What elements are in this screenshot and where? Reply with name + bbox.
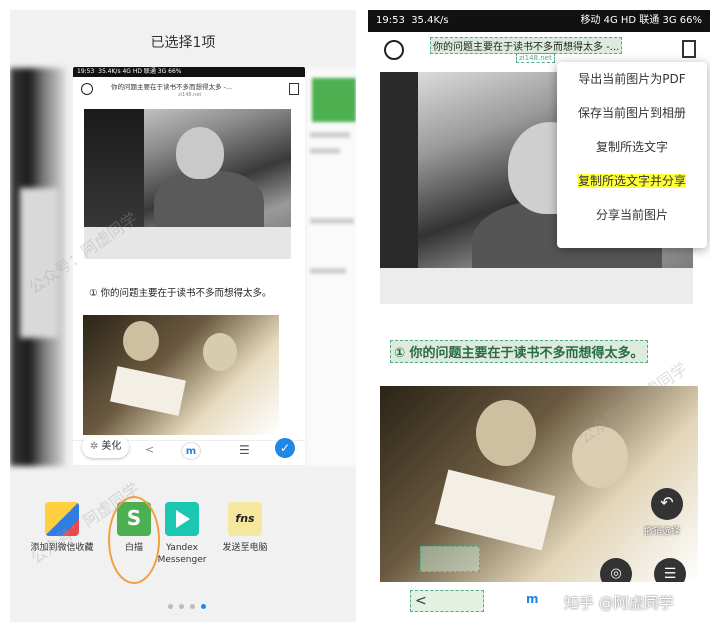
page-subtitle: zi148.net [516, 53, 555, 63]
reading-photo [380, 386, 698, 582]
menu-item-copy-and-share[interactable]: 复制所选文字并分享 [557, 164, 707, 198]
selection-count-title: 已选择1项 [150, 35, 216, 51]
card-header: 你的问题主要在于读书不多而想得太多 -... zi148.net [73, 77, 305, 103]
card-page-subtitle: zi148.net [178, 92, 202, 98]
share-item-send-to-pc[interactable]: fns 发送至电脑 [205, 502, 285, 554]
selected-screenshot-card[interactable]: 19:53 35.4K/s 4G HD 联通 3G 66% 你的问题主要在于读书… [73, 67, 305, 465]
page-title: 你的问题主要在于读书不多而想得太多 -... [430, 37, 623, 54]
app-logo-icon [81, 83, 93, 95]
m-logo-icon[interactable]: m [526, 592, 546, 610]
share-item-label: 发送至电脑 [222, 543, 268, 553]
page-dot [190, 604, 195, 609]
reading-photo [83, 315, 279, 435]
share-item-wechat-favorites[interactable]: 添加到微信收藏 [22, 502, 102, 554]
fns-icon: fns [228, 502, 262, 536]
menu-icon[interactable] [682, 40, 696, 58]
app-logo-icon[interactable] [384, 40, 404, 60]
status-bar: 19:53 35.4K/s 移动 4G HD 联通 3G 66% [368, 10, 710, 32]
yandex-icon [165, 502, 199, 536]
page-dot [168, 604, 173, 609]
menu-item-copy-text[interactable]: 复制所选文字 [557, 130, 707, 164]
share-targets-row: 添加到微信收藏 白描 Yandex Messenger fns 发送至电脑 [10, 502, 356, 592]
context-menu: 导出当前图片为PDF 保存当前图片到相册 复制所选文字 复制所选文字并分享 分享… [557, 62, 707, 248]
baimiao-highlight-oval [108, 496, 160, 584]
back-icon[interactable]: < [145, 443, 154, 456]
cube-icon [45, 502, 79, 536]
writing-photo [84, 109, 291, 259]
page-dot [179, 604, 184, 609]
back-button[interactable]: < [410, 590, 484, 612]
reader-bottom-bar: < m 知乎 @阿虚同学 [368, 582, 710, 622]
share-item-label: 添加到微信收藏 [30, 543, 94, 553]
menu-icon [289, 83, 299, 95]
screenshot-root: 已选择1项 19:53 35.4K/s 4G HD 联通 3G 66% 你的问题… [0, 0, 720, 630]
menu-item-share-image[interactable]: 分享当前图片 [557, 198, 707, 232]
previous-card-preview[interactable] [10, 68, 65, 466]
card-page-title: 你的问题主要在于读书不多而想得太多 -... [111, 83, 233, 91]
zhihu-watermark: 知乎 @阿虚同学 [564, 594, 674, 612]
page-dot-active [201, 604, 206, 609]
selected-body-text[interactable]: ① 你的问题主要在于读书不多而想得太多。 [390, 340, 648, 363]
page-indicator [168, 594, 212, 613]
card-status-bar: 19:53 35.4K/s 4G HD 联通 3G 66% [73, 67, 305, 77]
list-menu-icon[interactable]: ☰ [239, 443, 250, 457]
card-body-text: ① 你的问题主要在于读书不多而想得太多。 [89, 288, 272, 299]
beautify-button[interactable]: ✲ 美化 [82, 436, 130, 458]
undo-icon[interactable]: ↶ [651, 488, 683, 520]
next-card-preview[interactable] [306, 68, 356, 466]
menu-item-save-to-album[interactable]: 保存当前图片到相册 [557, 96, 707, 130]
menu-item-export-pdf[interactable]: 导出当前图片为PDF [557, 62, 707, 96]
m-logo-icon[interactable]: m [181, 442, 201, 460]
reader-panel: 19:53 35.4K/s 移动 4G HD 联通 3G 66% 你的问题主要在… [368, 10, 710, 622]
share-sheet-panel: 已选择1项 19:53 35.4K/s 4G HD 联通 3G 66% 你的问题… [10, 10, 356, 622]
check-icon[interactable]: ✓ [275, 438, 295, 458]
sparkle-icon: ✲ [90, 441, 99, 452]
undo-selection-label: 撤销选择 [644, 527, 681, 537]
